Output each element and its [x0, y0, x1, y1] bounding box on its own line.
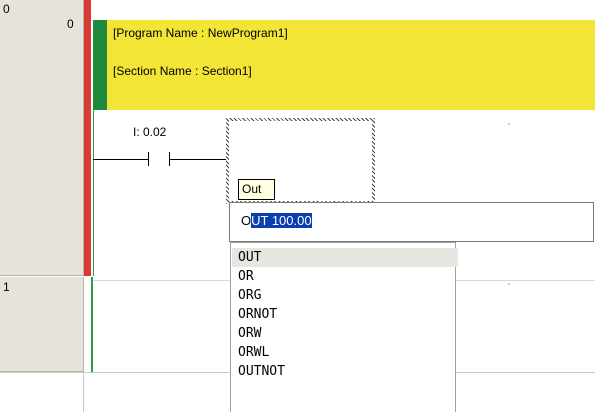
autocomplete-item-orw[interactable]: ORW: [232, 324, 458, 343]
autocomplete-item-out[interactable]: OUT: [232, 248, 458, 267]
autocomplete-list[interactable]: OUT OR ORG ORNOT ORW ORWL OUTNOT: [230, 242, 458, 412]
section-name-label: [Section Name : Section1]: [113, 64, 252, 78]
grid-dot: [508, 123, 510, 125]
autocomplete-item-or[interactable]: OR: [232, 267, 458, 286]
autocomplete-item-org[interactable]: ORG: [232, 286, 458, 305]
left-power-rail: [93, 110, 94, 276]
tooltip-text: Out: [242, 182, 262, 196]
grid-dot: [508, 283, 510, 285]
rung-number-column-empty: [0, 373, 84, 412]
program-comment-block[interactable]: [Program Name : NewProgram1] [Section Na…: [93, 20, 595, 110]
rung-1-number-cell[interactable]: 1: [0, 277, 84, 372]
rung-step-index: 0: [67, 17, 74, 31]
autocomplete-item-orwl[interactable]: ORWL: [232, 343, 458, 362]
typed-text: O: [241, 213, 252, 228]
rung-index: 0: [3, 2, 10, 16]
left-power-rail: [91, 277, 93, 372]
instruction-tooltip: Out: [238, 179, 275, 200]
no-contact-symbol[interactable]: [145, 148, 173, 170]
rung-0-number-cell[interactable]: 0 0: [0, 0, 84, 276]
rung-wire: [93, 159, 148, 160]
instruction-input-text: OUT 100.00: [241, 213, 312, 228]
autocomplete-item-outnot[interactable]: OUTNOT: [232, 362, 458, 381]
autocomplete-suggestion-text: UT 100.00: [251, 213, 312, 228]
contact-address-label: I: 0.02: [133, 125, 167, 139]
left-power-rail-error: [84, 0, 91, 276]
rung-index: 1: [3, 280, 10, 294]
instruction-input[interactable]: OUT 100.00: [229, 202, 594, 242]
program-name-label: [Program Name : NewProgram1]: [113, 26, 288, 40]
autocomplete-item-ornot[interactable]: ORNOT: [232, 305, 458, 324]
comment-marker-bar: [93, 20, 107, 110]
rung-wire: [169, 159, 226, 160]
